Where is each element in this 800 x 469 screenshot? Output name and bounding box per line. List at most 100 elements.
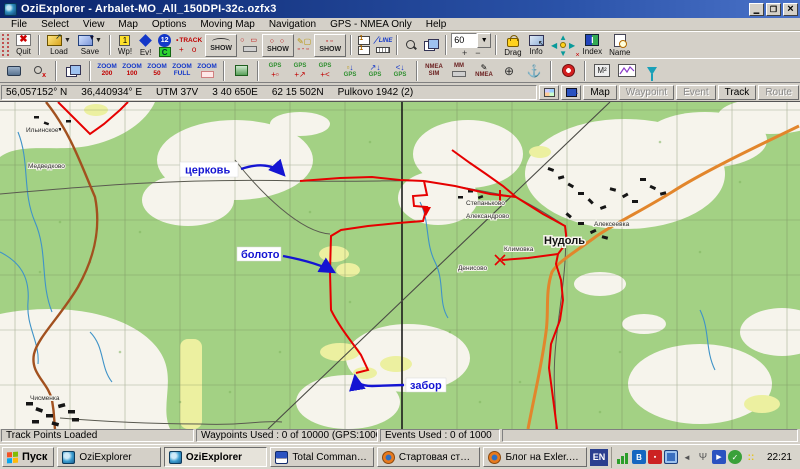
menu-navigation[interactable]: Navigation bbox=[262, 18, 323, 31]
map-point-icon[interactable]: 12 bbox=[158, 34, 171, 47]
magnifier-icon bbox=[405, 39, 417, 51]
name-search-button[interactable]: Name bbox=[606, 33, 633, 58]
filter-button[interactable] bbox=[640, 60, 664, 81]
map-view-button[interactable] bbox=[421, 33, 441, 58]
line-tool-icon[interactable]: LINE bbox=[374, 37, 392, 44]
menu-view[interactable]: View bbox=[76, 18, 112, 31]
windows-copy-icon bbox=[424, 39, 438, 51]
quit-button[interactable]: ✖ Quit bbox=[13, 33, 34, 58]
profile-chart-icon bbox=[618, 64, 636, 77]
gps-send-route-button[interactable]: GPS +< bbox=[313, 60, 337, 81]
antivirus-icon[interactable] bbox=[648, 450, 662, 464]
task-total-commander[interactable]: Total Commander 7.... bbox=[270, 447, 374, 467]
menu-help[interactable]: Help bbox=[419, 18, 454, 31]
save-button[interactable]: ▼ Save bbox=[75, 33, 105, 58]
pan-control[interactable]: ▲ ◀▶ ▼× bbox=[548, 33, 579, 58]
position-button[interactable]: ⊕ bbox=[497, 60, 521, 81]
wireless-icon[interactable] bbox=[696, 450, 710, 464]
task-firefox-start-page[interactable]: Стартовая страниц... bbox=[377, 447, 481, 467]
magnify-button[interactable] bbox=[402, 33, 420, 58]
moving-map-button[interactable]: MM bbox=[447, 60, 471, 81]
track-tab-button[interactable]: Track bbox=[718, 85, 757, 100]
separator bbox=[38, 35, 40, 55]
event-tab-button[interactable]: Event bbox=[676, 85, 716, 100]
find-position-button[interactable] bbox=[27, 60, 51, 81]
index-button[interactable]: I Index bbox=[580, 33, 606, 58]
zoom-in-icon[interactable]: + bbox=[462, 49, 467, 57]
toolbar-drag-handle[interactable] bbox=[2, 34, 9, 56]
gps-get-waypoints-button[interactable]: ▫↓ GPS bbox=[338, 60, 362, 81]
nmea-log-button[interactable]: ✎ NMEA bbox=[472, 60, 496, 81]
ruler-icon[interactable] bbox=[376, 47, 390, 53]
mob-button[interactable] bbox=[556, 60, 580, 81]
language-indicator[interactable]: EN bbox=[590, 449, 608, 466]
map-canvas[interactable]: Ильинское Медведково Степаньково Алексан… bbox=[0, 101, 800, 428]
display-icon[interactable] bbox=[664, 450, 678, 464]
pan-arrows-icon[interactable]: ▲ ◀▶ ▼× bbox=[550, 33, 577, 57]
bluetooth-icon[interactable] bbox=[632, 450, 646, 464]
menu-select[interactable]: Select bbox=[34, 18, 76, 31]
zoom-100-button[interactable]: ZOOM 100 bbox=[120, 60, 144, 81]
app-icon[interactable] bbox=[4, 3, 17, 16]
menu-moving-map[interactable]: Moving Map bbox=[193, 18, 261, 31]
magnetic-variation-button[interactable]: M² bbox=[590, 60, 614, 81]
map-upload-button[interactable] bbox=[229, 60, 253, 81]
media-player-icon[interactable] bbox=[712, 450, 726, 464]
show-track-button[interactable]: SHOW bbox=[205, 34, 237, 57]
task-oziexplorer-1[interactable]: OziExplorer bbox=[57, 447, 161, 467]
waypoint-tab-button[interactable]: Waypoint bbox=[619, 85, 674, 100]
gps-send-track-button[interactable]: GPS +↗ bbox=[288, 60, 312, 81]
route-edit-control[interactable]: ✎▢ ▫-▫ bbox=[295, 33, 313, 58]
start-button[interactable]: Пуск bbox=[2, 447, 54, 467]
settings-icon[interactable] bbox=[744, 450, 758, 464]
menu-file[interactable]: File bbox=[4, 18, 34, 31]
gps-send-waypoints-button[interactable]: GPS +▫ bbox=[263, 60, 287, 81]
waypoint-create-button[interactable]: 1 Wp! bbox=[115, 33, 135, 58]
profile-button[interactable] bbox=[615, 60, 639, 81]
event-create-button[interactable]: Ev! bbox=[136, 33, 155, 58]
image-copy-button[interactable] bbox=[61, 60, 85, 81]
drag-map-button[interactable]: Drag bbox=[501, 33, 524, 58]
route-dots-icon: ▫▫ bbox=[326, 38, 335, 46]
menu-map[interactable]: Map bbox=[111, 18, 144, 31]
save-position-button[interactable] bbox=[561, 85, 581, 100]
close-icon[interactable] bbox=[783, 3, 798, 16]
task-oziexplorer-2-active[interactable]: OziExplorer bbox=[164, 447, 268, 467]
map-tab-button[interactable]: Map bbox=[583, 85, 616, 100]
gps-device-button[interactable] bbox=[2, 60, 26, 81]
zoom-level-input[interactable]: 60 bbox=[451, 33, 477, 48]
menu-gps-nmea[interactable]: GPS - NMEA Only bbox=[323, 18, 419, 31]
window-1-icon[interactable] bbox=[358, 36, 370, 45]
track-control[interactable]: TRACK + o bbox=[174, 33, 204, 58]
load-button[interactable]: ▼ Load bbox=[44, 33, 74, 58]
zoom-dropdown-icon[interactable]: ▼ bbox=[477, 33, 491, 48]
zoom-out-icon[interactable]: − bbox=[475, 49, 480, 57]
info-button[interactable]: Info bbox=[526, 33, 547, 58]
minimize-icon[interactable] bbox=[749, 3, 764, 16]
volume-icon[interactable] bbox=[680, 450, 694, 464]
route-tab-button[interactable]: Route bbox=[758, 85, 799, 100]
zoom-window-button[interactable]: ZOOM bbox=[195, 60, 219, 81]
nmea-simulate-button[interactable]: NMEA SIM bbox=[422, 60, 446, 81]
menu-options[interactable]: Options bbox=[145, 18, 193, 31]
signal-strength-icon[interactable] bbox=[616, 450, 630, 464]
comment-icon[interactable]: C bbox=[159, 47, 171, 57]
svg-text:Ильинское: Ильинское bbox=[26, 127, 59, 134]
gps-get-track-button[interactable]: ↗↓ GPS bbox=[363, 60, 387, 81]
zoom-200-button[interactable]: ZOOM 200 bbox=[95, 60, 119, 81]
update-icon[interactable] bbox=[728, 450, 742, 464]
waypoint-display-control[interactable]: ○ ▭ bbox=[238, 33, 261, 58]
zoom-full-button[interactable]: ZOOM FULL bbox=[170, 60, 194, 81]
svg-text:церковь: церковь bbox=[185, 165, 230, 177]
map-grid-button[interactable] bbox=[539, 85, 559, 100]
task-firefox-exler-blog[interactable]: Блог на Exler.RU | А... bbox=[483, 447, 587, 467]
anchor-button[interactable]: ⚓ bbox=[522, 60, 546, 81]
show-waypoints-button[interactable]: ○ ○ SHOW bbox=[262, 34, 294, 57]
gps-get-route-button[interactable]: <↓ GPS bbox=[388, 60, 412, 81]
zoom-50-button[interactable]: ZOOM 50 bbox=[145, 60, 169, 81]
show-route-button[interactable]: ▫▫ SHOW bbox=[314, 34, 346, 57]
point-comment-buttons[interactable]: 12 C bbox=[156, 33, 173, 58]
restore-icon[interactable] bbox=[766, 3, 781, 16]
window-2-icon[interactable] bbox=[358, 46, 370, 55]
waypoint-dots-icon: ○ ○ bbox=[270, 38, 286, 46]
